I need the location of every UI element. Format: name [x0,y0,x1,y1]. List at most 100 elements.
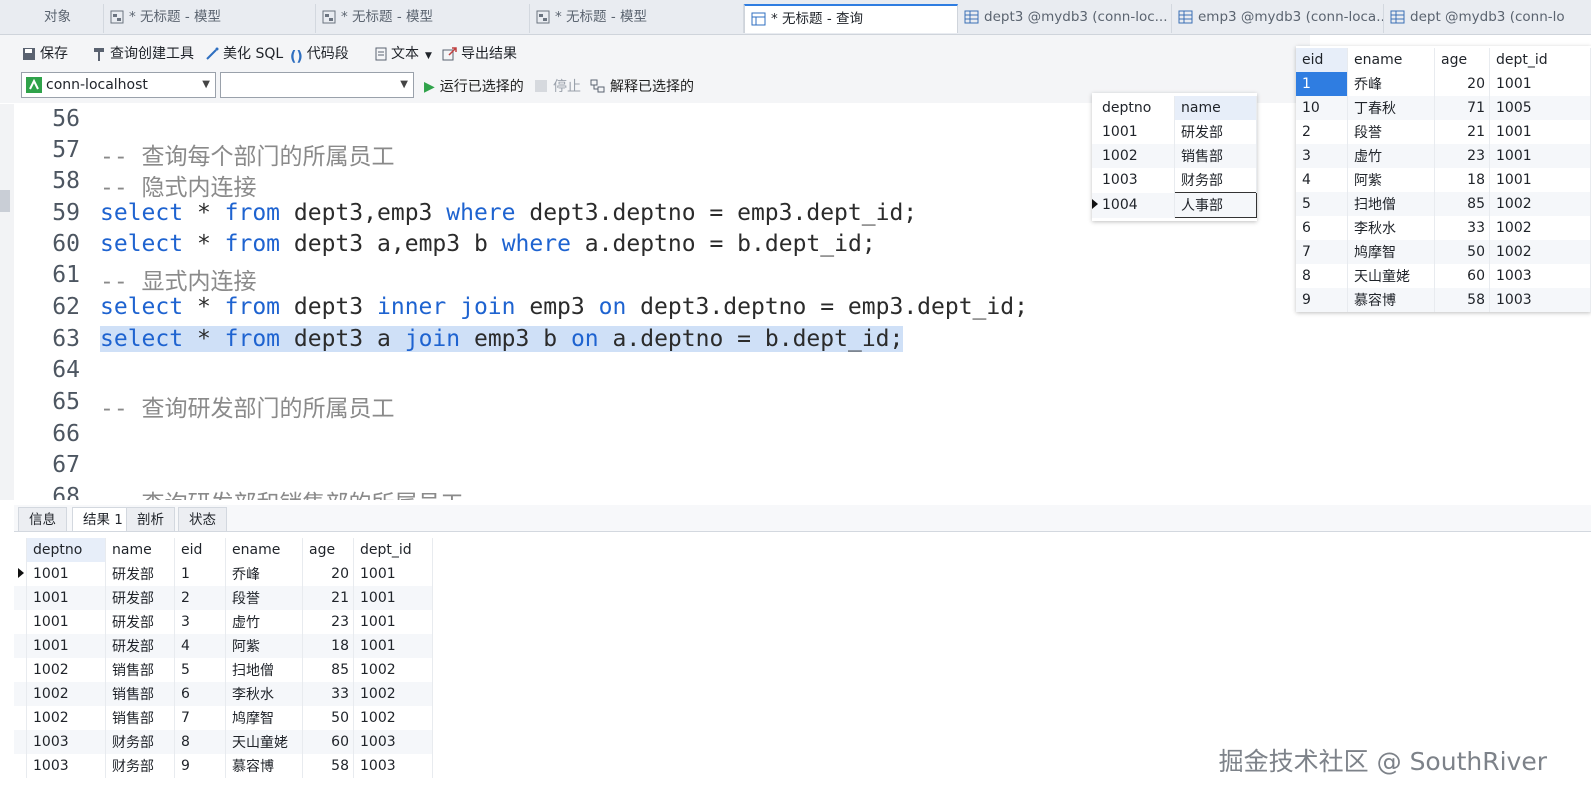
cell[interactable]: 1003 [353,730,433,754]
cell[interactable]: 20 [302,562,354,586]
cell[interactable]: 1002 [353,658,433,682]
cell[interactable]: 1002 [26,682,106,706]
cell[interactable]: 李秋水 [225,682,303,706]
column-header[interactable]: eid [174,538,226,562]
cell[interactable]: 研发部 [105,586,175,610]
cell[interactable]: 段誉 [1347,120,1435,144]
cell[interactable]: 1001 [1092,120,1175,144]
cell[interactable]: 58 [1434,288,1490,312]
column-header[interactable]: name [1174,96,1257,120]
cell[interactable]: 9 [1296,288,1348,312]
column-header[interactable]: dept_id [353,538,433,562]
cell[interactable]: 1001 [1489,72,1591,96]
cell[interactable]: 1002 [26,658,106,682]
cell[interactable]: 1001 [26,586,106,610]
tab-table-emp3[interactable]: emp3 @mydb3 (conn-loca... [1172,4,1384,33]
tab-status[interactable]: 状态 [178,507,227,531]
cell[interactable]: 1002 [26,706,106,730]
cell[interactable]: 5 [174,658,226,682]
cell[interactable]: 销售部 [105,706,175,730]
table-row[interactable]: 7 鸠摩智 50 1002 [1296,240,1591,264]
cell[interactable]: 阿紫 [225,634,303,658]
cell[interactable]: 研发部 [105,634,175,658]
table-row[interactable]: 1002 销售部 6 李秋水 33 1002 [14,682,433,706]
cell[interactable]: 1001 [353,562,433,586]
cell[interactable]: 8 [1296,264,1348,288]
cell[interactable]: 1002 [1489,240,1591,264]
cell[interactable]: 23 [302,610,354,634]
cell[interactable]: 20 [1434,72,1490,96]
table-row[interactable]: 8 天山童姥 60 1003 [1296,264,1591,288]
export-results-button[interactable]: 导出结果 [442,43,517,63]
cell[interactable]: 10 [1296,96,1348,120]
cell[interactable]: 1002 [1489,192,1591,216]
run-selected-button[interactable]: ▶ 运行已选择的 [424,76,524,96]
query-builder-button[interactable]: 查询创建工具 [92,43,194,63]
cell[interactable]: 丁春秋 [1347,96,1435,120]
cell[interactable]: 财务部 [105,754,175,778]
cell[interactable]: 3 [174,610,226,634]
cell[interactable]: 1002 [1092,144,1175,168]
cell[interactable]: 21 [302,586,354,610]
table-row[interactable]: 1002 销售部 [1092,144,1257,168]
cell[interactable]: 18 [302,634,354,658]
cell[interactable]: 虚竹 [225,610,303,634]
cell[interactable]: 23 [1434,144,1490,168]
table-row[interactable]: 1001 研发部 [1092,120,1257,144]
cell[interactable]: 60 [1434,264,1490,288]
cell[interactable]: 1003 [1489,288,1591,312]
cell[interactable]: 1001 [1489,144,1591,168]
cell[interactable]: 1003 [1092,168,1175,193]
cell[interactable]: 1 [174,562,226,586]
column-header[interactable]: age [1434,48,1490,72]
cell[interactable]: 慕容博 [1347,288,1435,312]
stop-button[interactable]: 停止 [535,76,581,96]
save-button[interactable]: 保存 [22,43,68,63]
table-row[interactable]: 1002 销售部 7 鸠摩智 50 1002 [14,706,433,730]
tab-table-dept3[interactable]: dept3 @mydb3 (conn-loc... [958,4,1172,33]
column-header[interactable]: deptno [1092,96,1175,120]
cell[interactable]: 18 [1434,168,1490,192]
cell[interactable]: 85 [302,658,354,682]
cell[interactable]: 1001 [353,586,433,610]
cell[interactable]: 1001 [26,634,106,658]
cell[interactable]: 1001 [1489,120,1591,144]
table-row[interactable]: 1001 研发部 2 段誉 21 1001 [14,586,433,610]
cell[interactable]: 7 [1296,240,1348,264]
cell[interactable]: 1003 [1489,264,1591,288]
cell[interactable]: 1004 [1102,197,1138,213]
column-header[interactable]: ename [1347,48,1435,72]
cell[interactable]: 扫地僧 [225,658,303,682]
cell[interactable]: 销售部 [1174,144,1257,168]
cell[interactable]: 50 [1434,240,1490,264]
text-mode-dropdown[interactable]: 文本 ▼ [375,43,432,63]
cell[interactable]: 1 [1296,72,1348,96]
cell[interactable]: 6 [1296,216,1348,240]
tab-profile[interactable]: 剖析 [126,507,175,531]
cell[interactable]: 9 [174,754,226,778]
cell[interactable]: 鸠摩智 [1347,240,1435,264]
cell[interactable]: 85 [1434,192,1490,216]
table-row[interactable]: 9 慕容博 58 1003 [1296,288,1591,312]
table-row[interactable]: 1001 研发部 1 乔峰 20 1001 [14,562,433,586]
cell[interactable]: 6 [174,682,226,706]
tab-model-1[interactable]: * 无标题 - 模型 [104,4,316,33]
table-row[interactable]: 1003 财务部 8 天山童姥 60 1003 [14,730,433,754]
table-row[interactable]: 2 段誉 21 1001 [1296,120,1591,144]
cell[interactable]: 销售部 [105,658,175,682]
table-row[interactable]: 1004 人事部 [1092,192,1257,218]
cell[interactable]: 1002 [353,706,433,730]
tab-table-dept[interactable]: dept @mydb3 (conn-lo [1384,4,1591,33]
cell[interactable]: 研发部 [1174,120,1257,144]
cell[interactable]: 天山童姥 [225,730,303,754]
cell[interactable]: 1001 [26,562,106,586]
database-select[interactable]: ▼ [220,72,414,98]
table-row[interactable]: 10 丁春秋 71 1005 [1296,96,1591,120]
cell[interactable]: 1003 [353,754,433,778]
column-header[interactable]: eid [1296,48,1348,72]
cell[interactable]: 财务部 [105,730,175,754]
tab-model-2[interactable]: * 无标题 - 模型 [316,4,530,33]
cell[interactable]: 4 [1296,168,1348,192]
cell[interactable]: 5 [1296,192,1348,216]
cell[interactable]: 阿紫 [1347,168,1435,192]
